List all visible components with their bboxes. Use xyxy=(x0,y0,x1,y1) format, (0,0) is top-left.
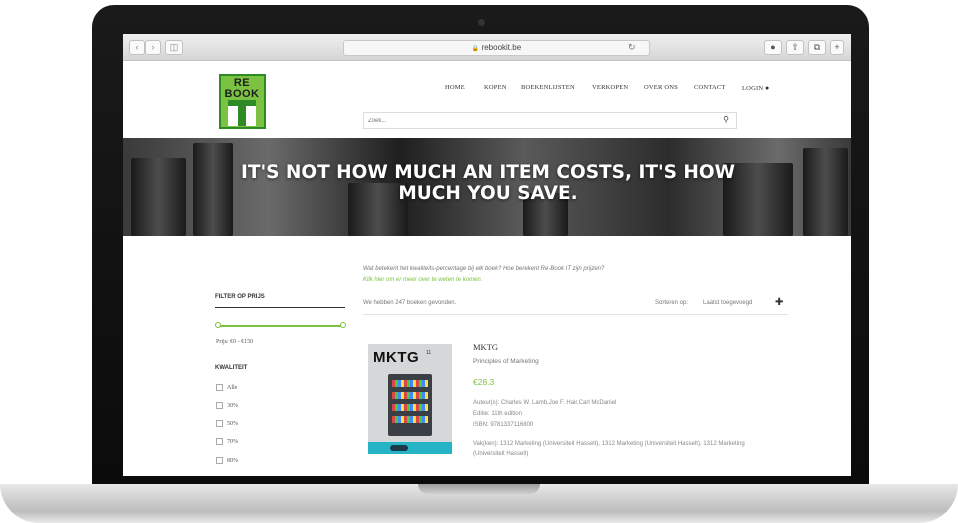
hero-banner: IT'S NOT HOW MUCH AN ITEM COSTS, IT'S HO… xyxy=(123,138,851,236)
logo-it-mark xyxy=(228,100,256,126)
quality-option-80[interactable]: 80% xyxy=(216,457,238,464)
sidebar-toggle-button[interactable]: ◫ xyxy=(165,40,183,55)
product-isbn: ISBN: 9781337116800 xyxy=(473,422,534,428)
price-slider-track[interactable] xyxy=(217,325,343,327)
price-range-text: Prijs: €0 - €150 xyxy=(216,339,254,345)
quality-option-alle[interactable]: Alle xyxy=(216,384,237,391)
checkbox[interactable] xyxy=(216,420,223,427)
sort-select[interactable]: Laatst toegevoegd xyxy=(703,300,752,306)
reload-icon[interactable]: ↻ xyxy=(628,40,636,54)
quality-info-link[interactable]: Klik hier om er meer over te weten te ko… xyxy=(363,277,482,283)
nav-contact[interactable]: CONTACT xyxy=(694,84,726,91)
checkbox[interactable] xyxy=(216,402,223,409)
cover-band xyxy=(368,442,452,454)
new-tab-button[interactable]: + xyxy=(830,40,844,55)
nav-boekenlijsten[interactable]: BOEKENLIJSTEN xyxy=(521,84,575,91)
tabs-button[interactable]: ⧉ xyxy=(808,40,826,55)
url-text: rebookit.be xyxy=(481,43,522,52)
book-cover[interactable]: MKTG 11 xyxy=(368,344,452,454)
tabs-icon: ⧉ xyxy=(813,42,821,52)
quality-option-70[interactable]: 70% xyxy=(216,438,238,445)
plus-icon[interactable]: ✚ xyxy=(775,297,783,308)
search-icon[interactable]: ⚲ xyxy=(723,115,729,124)
cover-edition: 11 xyxy=(426,350,432,356)
product-courses: Vak(ken): 1312 Marketing (Universiteit H… xyxy=(473,441,745,457)
product-title[interactable]: MKTG xyxy=(473,342,498,352)
results-count: We hebben 247 boeken gevonden. xyxy=(363,300,457,306)
search-bar: ⚲ xyxy=(363,112,737,129)
cover-title: MKTG xyxy=(373,349,420,366)
checkbox[interactable] xyxy=(216,457,223,464)
chevron-right-icon: › xyxy=(151,42,155,52)
quality-info-question: Wat betekent het kwaliteits-percentage b… xyxy=(363,266,605,272)
product-edition: Editie: 11th edition xyxy=(473,411,522,417)
browser-toolbar: ‹ › ◫ 🔒 rebookit.be ↻ ● ⇧ ⧉ + xyxy=(123,34,851,61)
checkbox[interactable] xyxy=(216,384,223,391)
screen: ‹ › ◫ 🔒 rebookit.be ↻ ● ⇧ ⧉ + RE BOOK HO… xyxy=(123,34,851,476)
sort-label: Sorteren op: xyxy=(655,300,689,306)
price-filter-title: FILTER OP PRIJS xyxy=(215,294,265,300)
lock-icon: 🔒 xyxy=(471,46,480,52)
nav-over-ons[interactable]: OVER ONS xyxy=(644,84,678,91)
nav-home[interactable]: HOME xyxy=(445,84,465,91)
hero-tagline: IT'S NOT HOW MUCH AN ITEM COSTS, IT'S HO… xyxy=(240,162,735,204)
share-button[interactable]: ⇧ xyxy=(786,40,804,55)
laptop-notch xyxy=(418,484,540,494)
address-bar[interactable]: 🔒 rebookit.be xyxy=(343,40,650,56)
divider xyxy=(215,307,345,308)
nav-login[interactable]: LOGIN ● xyxy=(742,84,769,92)
nav-kopen[interactable]: KOPEN xyxy=(484,84,507,91)
rebookit-logo[interactable]: RE BOOK xyxy=(219,74,266,129)
product-price: €28.3 xyxy=(473,377,495,387)
quality-option-50[interactable]: 50% xyxy=(216,420,238,427)
divider xyxy=(363,314,788,315)
nav-verkopen[interactable]: VERKOPEN xyxy=(592,84,628,91)
camera-icon xyxy=(478,19,485,26)
search-input[interactable] xyxy=(368,115,668,126)
plus-icon: + xyxy=(834,42,840,52)
logo-text: RE BOOK xyxy=(224,77,260,100)
nav-login-label: LOGIN xyxy=(742,85,764,92)
back-button[interactable]: ‹ xyxy=(129,40,145,55)
product-subtitle: Principles of Marketing xyxy=(473,358,539,365)
user-icon: ● xyxy=(765,84,770,92)
price-slider-max-handle[interactable] xyxy=(340,322,346,328)
share-icon: ⇧ xyxy=(791,42,799,52)
forward-button[interactable]: › xyxy=(145,40,161,55)
chevron-left-icon: ‹ xyxy=(135,42,139,52)
product-authors: Auteur(s): Charles W. Lamb,Joe F. Hair,C… xyxy=(473,400,617,406)
checkbox[interactable] xyxy=(216,438,223,445)
quality-title: KWALITEIT xyxy=(215,365,248,371)
sidebar-icon: ◫ xyxy=(169,42,179,52)
price-slider-min-handle[interactable] xyxy=(215,322,221,328)
downloads-button[interactable]: ● xyxy=(764,40,782,55)
download-icon: ● xyxy=(770,42,776,52)
quality-option-30[interactable]: 30% xyxy=(216,402,238,409)
vending-machine-illustration xyxy=(388,374,432,436)
publisher-logo xyxy=(390,445,408,451)
